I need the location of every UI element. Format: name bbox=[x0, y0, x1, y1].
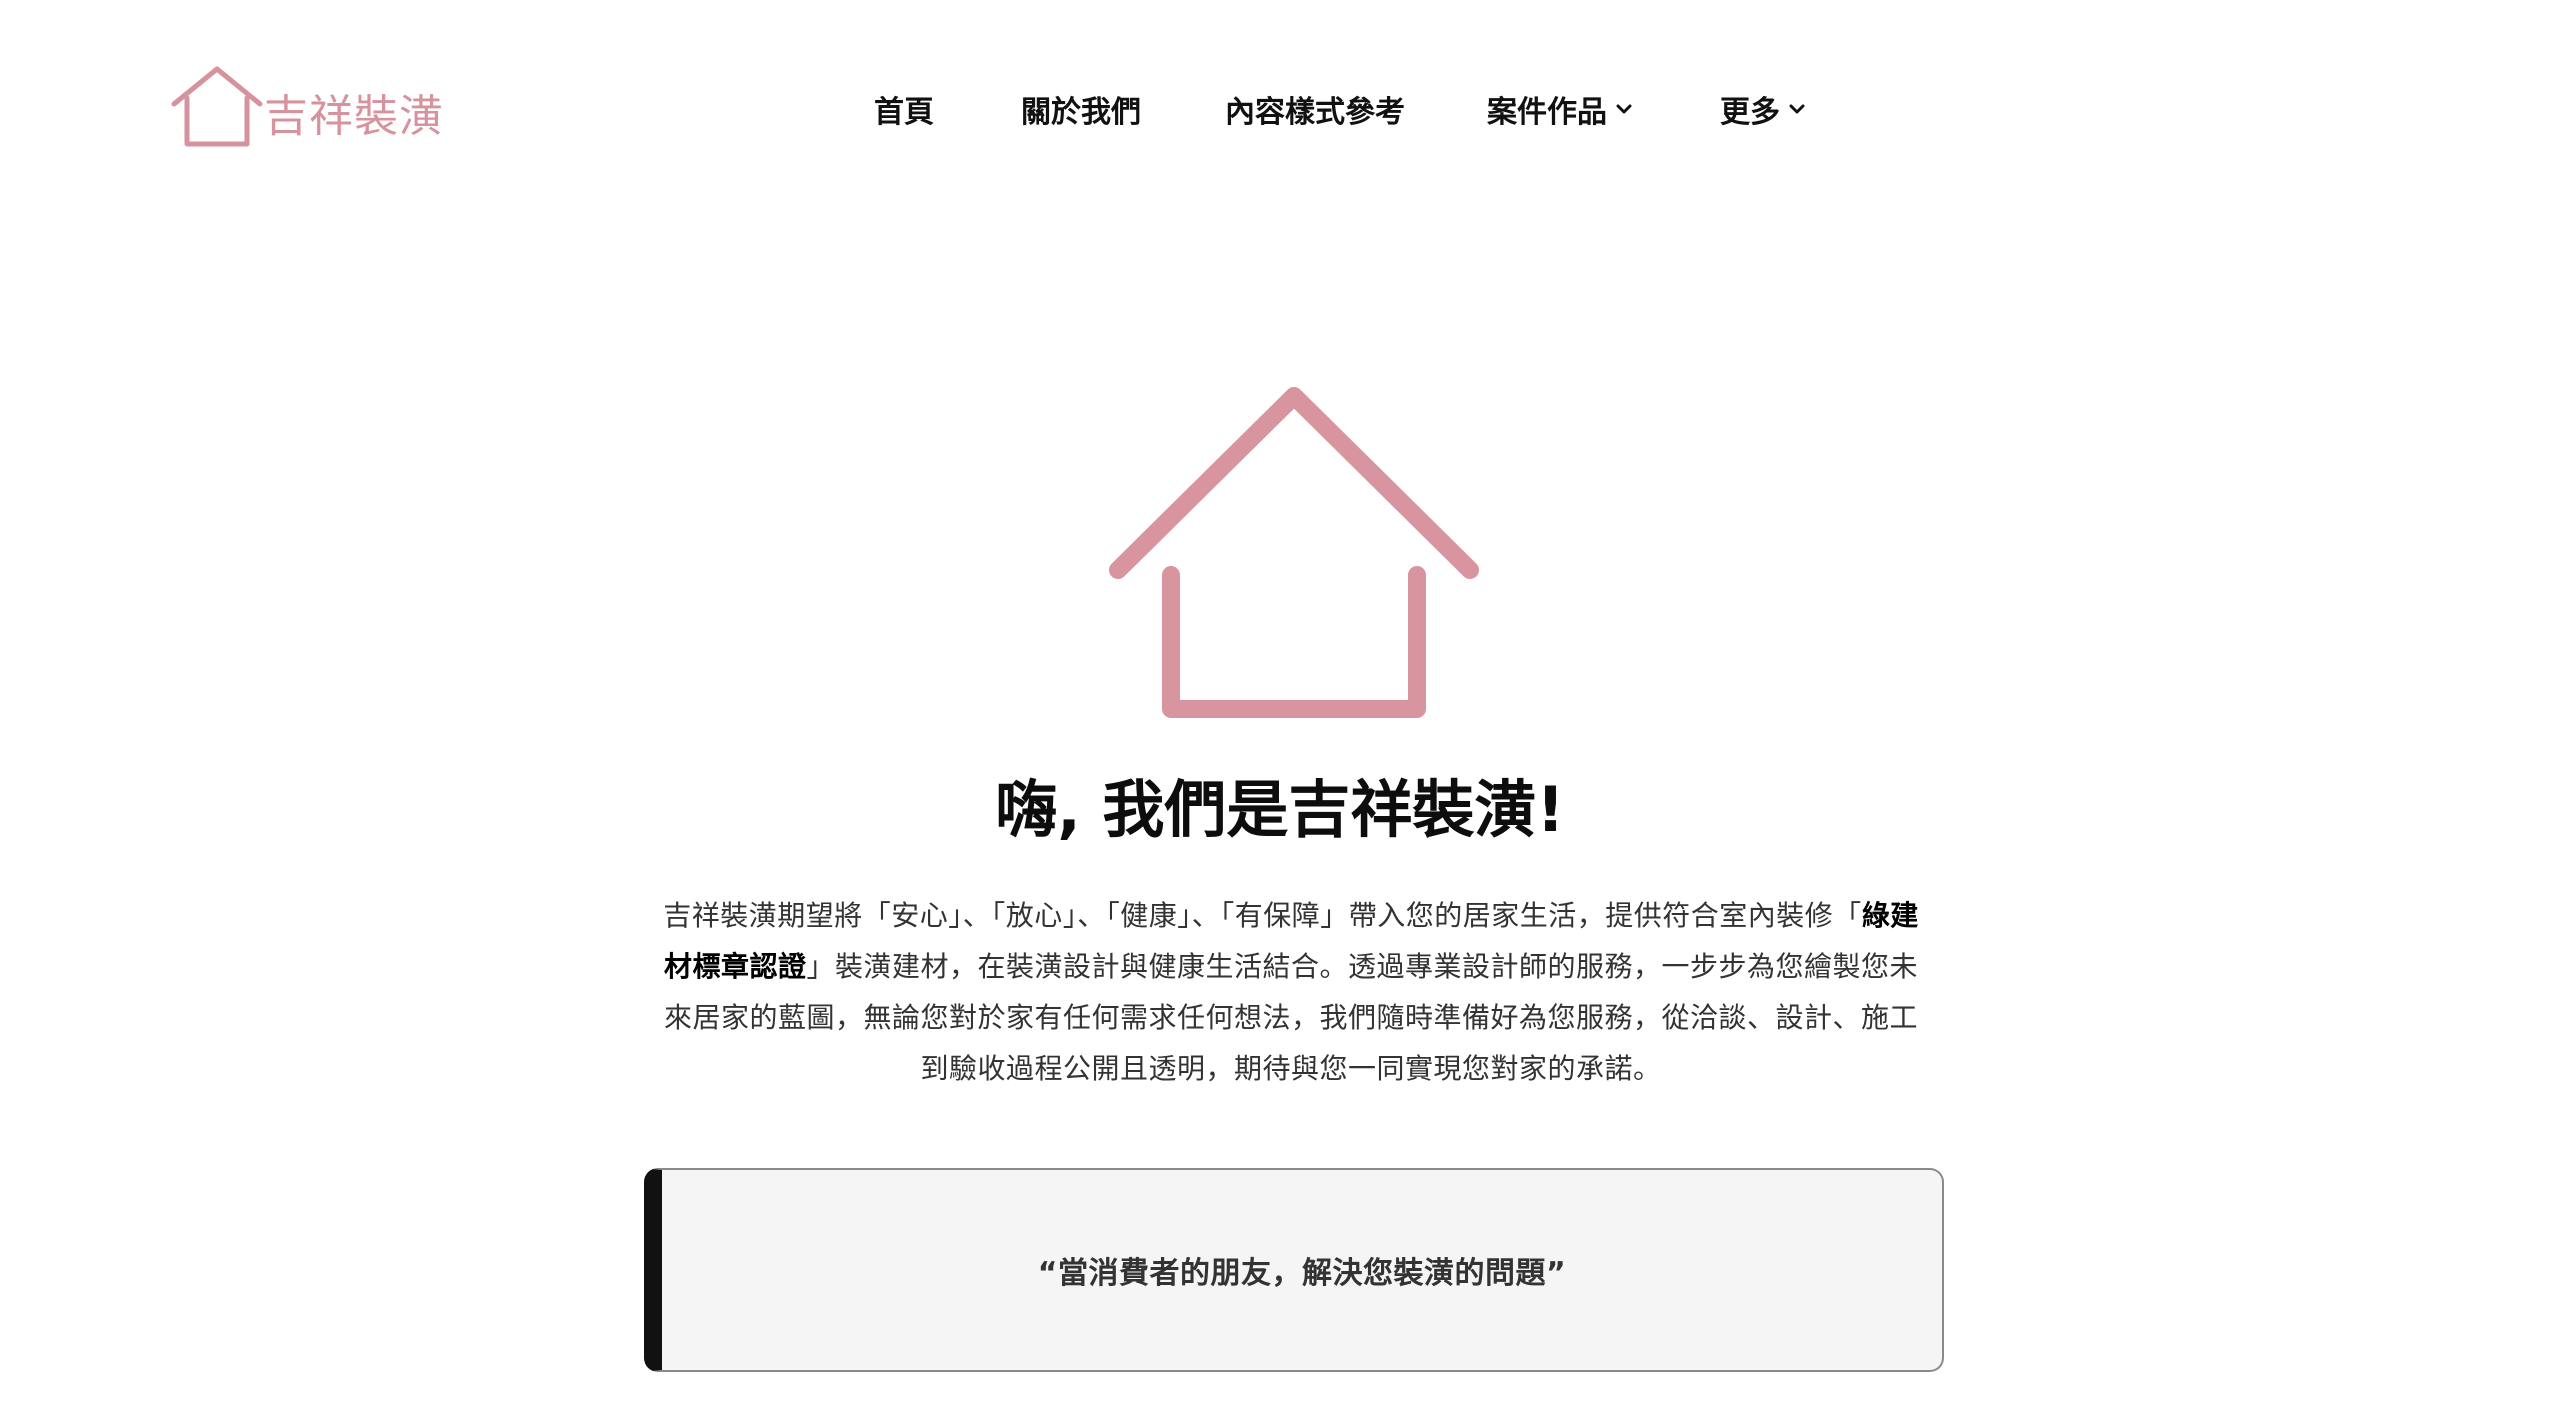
nav-item-about[interactable]: 關於我們 bbox=[1021, 84, 1141, 134]
chevron-down-icon bbox=[1789, 104, 1805, 114]
site-header: 吉祥裝潢 首頁 關於我們 內容樣式參考 案件作品 更多 bbox=[0, 0, 2560, 220]
page: 吉祥裝潢 首頁 關於我們 內容樣式參考 案件作品 更多 嗨, 我們是吉祥裝潢! … bbox=[0, 0, 2560, 1416]
quote-text: “當消費者的朋友，解決您裝潢的問題” bbox=[1037, 1256, 1567, 1291]
chevron-down-icon bbox=[1616, 104, 1632, 114]
nav-item-label: 關於我們 bbox=[1021, 95, 1141, 130]
nav-item-home[interactable]: 首頁 bbox=[874, 84, 934, 134]
nav-item-style-reference[interactable]: 內容樣式參考 bbox=[1225, 84, 1405, 134]
quote-box: “當消費者的朋友，解決您裝潢的問題” bbox=[644, 1168, 1944, 1372]
nav-item-projects[interactable]: 案件作品 bbox=[1487, 84, 1633, 134]
hero-title: 嗨, 我們是吉祥裝潢! bbox=[995, 773, 1565, 846]
intro-text-end: 」裝潢建材，在裝潢設計與健康生活結合。透過專業設計師的服務，一步步為您繪製您未來… bbox=[663, 950, 1919, 1085]
nav-item-label: 案件作品 bbox=[1487, 95, 1607, 130]
nav-item-label: 首頁 bbox=[874, 95, 934, 130]
main-nav: 首頁 關於我們 內容樣式參考 案件作品 更多 bbox=[0, 84, 2560, 134]
nav-item-more[interactable]: 更多 bbox=[1720, 84, 1806, 134]
nav-item-label: 更多 bbox=[1720, 95, 1780, 130]
nav-item-label: 內容樣式參考 bbox=[1225, 95, 1405, 130]
intro-text-start: 吉祥裝潢期望將「安心」、「放心」、「健康」、「有保障」帶入您的居家生活，提供符合… bbox=[663, 899, 1862, 932]
house-icon bbox=[1109, 387, 1479, 718]
intro-paragraph: 吉祥裝潢期望將「安心」、「放心」、「健康」、「有保障」帶入您的居家生活，提供符合… bbox=[650, 890, 1932, 1094]
